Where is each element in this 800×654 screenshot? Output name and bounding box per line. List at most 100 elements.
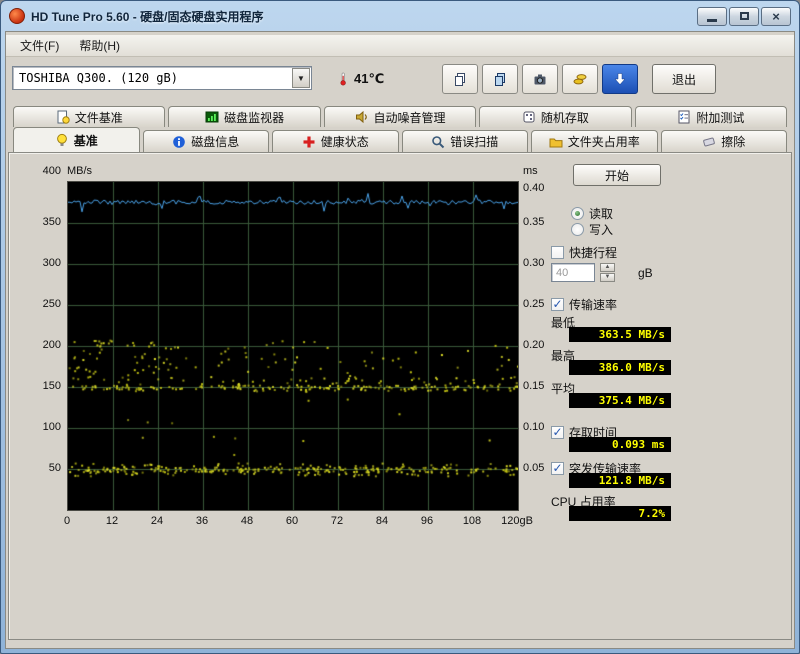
tab-label: 健康状态 <box>320 135 369 149</box>
x-axis-tick: 120gB <box>501 515 533 527</box>
left-axis-tick: 250 <box>42 298 61 310</box>
tab-label: 磁盘信息 <box>191 135 240 149</box>
tab-auto-acoustic[interactable]: 自动噪音管理 <box>323 106 477 127</box>
tab-label: 随机存取 <box>540 110 589 125</box>
dice-icon <box>523 111 535 123</box>
left-axis-tick: 100 <box>42 421 61 433</box>
x-axis-tick: 0 <box>63 515 71 527</box>
write-radio[interactable] <box>571 223 584 236</box>
menu-help[interactable]: 帮助(H) <box>69 34 130 57</box>
temperature-indicator: 41℃ <box>336 66 384 92</box>
avg-value: 375.4 MB/s <box>598 394 665 407</box>
left-axis-tick: 300 <box>42 257 61 269</box>
menu-file[interactable]: 文件(F) <box>10 34 69 57</box>
cpu-usage-value: 7.2% <box>638 507 666 520</box>
min-value-box: 363.5 MB/s <box>569 327 671 342</box>
left-axis-tick: 200 <box>42 339 61 351</box>
tab-benchmark[interactable]: 基准 <box>13 127 140 152</box>
x-axis-tick: 48 <box>240 515 254 527</box>
start-button[interactable]: 开始 <box>573 164 661 186</box>
read-option[interactable]: 读取 <box>571 205 613 222</box>
short-stroke-checkbox[interactable] <box>551 246 564 259</box>
tab-file-benchmark[interactable]: 文件基准 <box>13 106 166 127</box>
transfer-rate-option[interactable]: ✓ 传输速率 <box>551 296 617 313</box>
write-option[interactable]: 写入 <box>571 221 613 238</box>
access-time-value-box: 0.093 ms <box>569 437 671 452</box>
max-value-box: 386.0 MB/s <box>569 360 671 375</box>
right-axis-tick: 0.25 <box>523 298 545 310</box>
read-label: 读取 <box>589 207 614 221</box>
tab-disk-monitor[interactable]: 磁盘监视器 <box>168 106 321 127</box>
tab-label: 擦除 <box>721 135 746 149</box>
burst-rate-value-box: 121.8 MB/s <box>569 473 671 488</box>
short-stroke-option[interactable]: 快捷行程 <box>551 244 617 261</box>
app-window: HD Tune Pro 5.60 - 硬盘/固态硬盘实用程序 × 文件(F) 帮… <box>0 0 800 654</box>
tab-random-access[interactable]: 随机存取 <box>479 106 632 127</box>
right-axis-tick: 0.35 <box>523 216 545 228</box>
tab-health[interactable]: 健康状态 <box>272 130 399 152</box>
x-axis-tick: 108 <box>462 515 482 527</box>
right-axis-tick: 0.10 <box>523 421 545 433</box>
minimize-button[interactable] <box>697 6 727 26</box>
disk-monitor-icon <box>205 111 219 123</box>
exit-button[interactable]: 退出 <box>652 64 716 94</box>
transfer-rate-checkbox[interactable]: ✓ <box>551 298 564 311</box>
arrow-down-icon <box>614 73 626 85</box>
benchmark-tab-page: MB/s ms 400 350 300 250 200 150 100 50 0.40 0.35 0… <box>8 152 792 640</box>
tab-label: 文件夹占用率 <box>567 135 640 149</box>
close-button[interactable]: × <box>761 6 791 26</box>
x-axis-tick: 60 <box>285 515 299 527</box>
left-axis-tick: 150 <box>42 380 61 392</box>
tab-extra-tests[interactable]: 附加测试 <box>634 106 788 127</box>
right-axis-tick: 0.15 <box>523 380 545 392</box>
benchmark-controls: 开始 读取 写入 快捷行程 40 ▲ ▼ gB ✓ 传输速率 最低 363.5 … <box>549 159 724 629</box>
drive-selector[interactable]: TOSHIBA Q300. (120 gB) ▼ <box>12 66 312 90</box>
file-benchmark-icon <box>57 110 70 124</box>
menu-bar: 文件(F) 帮助(H) <box>6 35 794 57</box>
stepper-up-icon[interactable]: ▲ <box>600 263 615 272</box>
save-results-button[interactable] <box>562 64 598 94</box>
x-axis-tick: 72 <box>330 515 344 527</box>
screenshot-button[interactable] <box>522 64 558 94</box>
tab-erase[interactable]: 擦除 <box>660 130 787 152</box>
window-title: HD Tune Pro 5.60 - 硬盘/固态硬盘实用程序 <box>31 9 264 24</box>
plot-area <box>67 181 519 511</box>
window-controls: × <box>697 6 791 26</box>
right-axis-tick: 0.05 <box>523 462 545 474</box>
read-radio[interactable] <box>571 207 584 220</box>
burst-rate-checkbox[interactable]: ✓ <box>551 462 564 475</box>
tab-error-scan[interactable]: 错误扫描 <box>401 130 528 152</box>
cpu-usage-value-box: 7.2% <box>569 506 671 521</box>
access-time-checkbox[interactable]: ✓ <box>551 426 564 439</box>
tab-label: 基准 <box>73 133 98 148</box>
tab-folder-usage[interactable]: 文件夹占用率 <box>531 130 658 152</box>
copy-image-icon <box>495 73 505 86</box>
burst-rate-value: 121.8 MB/s <box>598 474 665 487</box>
tab-disk-info[interactable]: 磁盘信息 <box>142 130 269 152</box>
left-axis-tick: 50 <box>48 462 61 474</box>
copy-text-button[interactable] <box>442 64 478 94</box>
short-stroke-value: 40 <box>556 266 569 279</box>
short-stroke-input[interactable]: 40 <box>551 263 595 282</box>
x-axis-tick: 12 <box>105 515 119 527</box>
x-axis-tick: 84 <box>375 515 389 527</box>
coins-icon <box>573 74 587 85</box>
chevron-down-icon[interactable]: ▼ <box>292 68 310 88</box>
avg-value-box: 375.4 MB/s <box>569 393 671 408</box>
download-button[interactable] <box>602 64 638 94</box>
right-axis-unit: ms <box>523 165 538 177</box>
maximize-icon <box>739 12 749 20</box>
max-value: 386.0 MB/s <box>598 361 665 374</box>
right-axis-tick: 0.30 <box>523 257 545 269</box>
thermometer-icon <box>340 72 346 86</box>
short-stroke-unit: gB <box>638 265 653 280</box>
title-bar[interactable]: HD Tune Pro 5.60 - 硬盘/固态硬盘实用程序 × <box>1 1 799 31</box>
stepper-down-icon[interactable]: ▼ <box>600 273 615 282</box>
write-label: 写入 <box>589 223 614 237</box>
client-area: 文件(F) 帮助(H) TOSHIBA Q300. (120 gB) ▼ 41℃ <box>5 31 795 649</box>
checklist-icon <box>678 110 690 124</box>
camera-icon <box>534 74 546 85</box>
tab-label: 错误扫描 <box>450 135 499 149</box>
maximize-button[interactable] <box>729 6 759 26</box>
copy-image-button[interactable] <box>482 64 518 94</box>
